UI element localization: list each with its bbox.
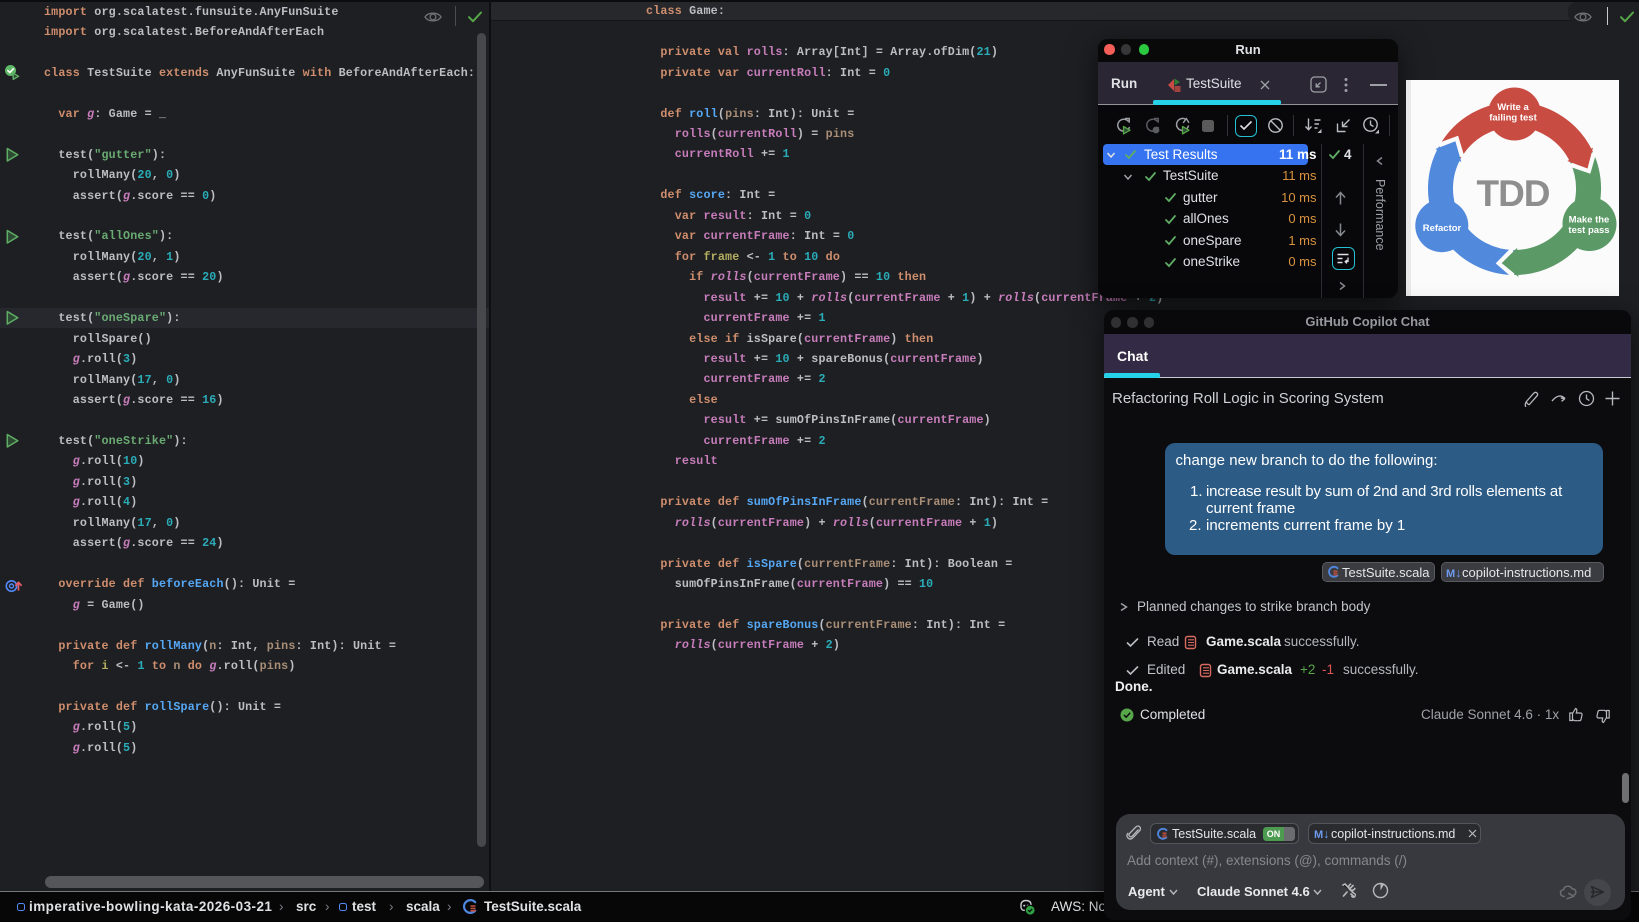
svg-text:Make the: Make the [1569,215,1610,226]
svg-text:test pass: test pass [1568,225,1609,236]
svg-text:Refactor: Refactor [1423,223,1462,234]
svg-text:Write a: Write a [1497,102,1529,113]
svg-text:TDD: TDD [1476,173,1549,214]
svg-text:failing test: failing test [1489,113,1537,124]
